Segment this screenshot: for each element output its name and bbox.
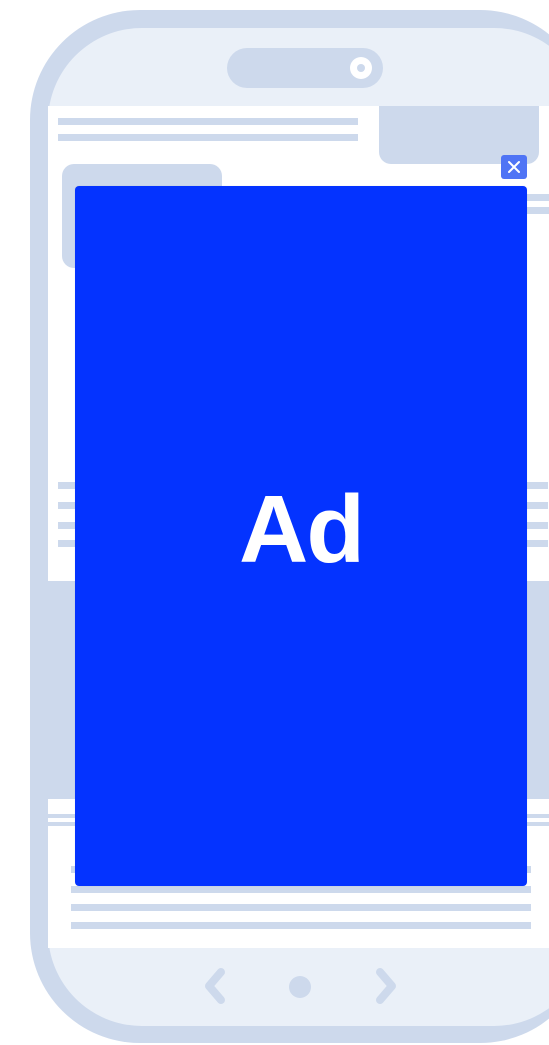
close-button[interactable] — [501, 155, 527, 179]
placeholder-text-line — [58, 118, 358, 125]
close-icon — [508, 161, 520, 173]
placeholder-text-line — [58, 134, 358, 141]
chevron-right-icon — [376, 968, 396, 1004]
interstitial-ad[interactable]: Ad — [75, 186, 527, 886]
chevron-left-icon — [205, 968, 225, 1004]
mobile-interstitial-ad-illustration: Ad — [0, 0, 549, 1045]
placeholder-text-line — [71, 922, 531, 929]
ad-label: Ad — [239, 476, 365, 583]
camera-lens — [357, 64, 365, 72]
placeholder-text-line — [71, 904, 531, 911]
placeholder-text-line — [71, 886, 531, 893]
home-dot-icon — [289, 976, 311, 998]
